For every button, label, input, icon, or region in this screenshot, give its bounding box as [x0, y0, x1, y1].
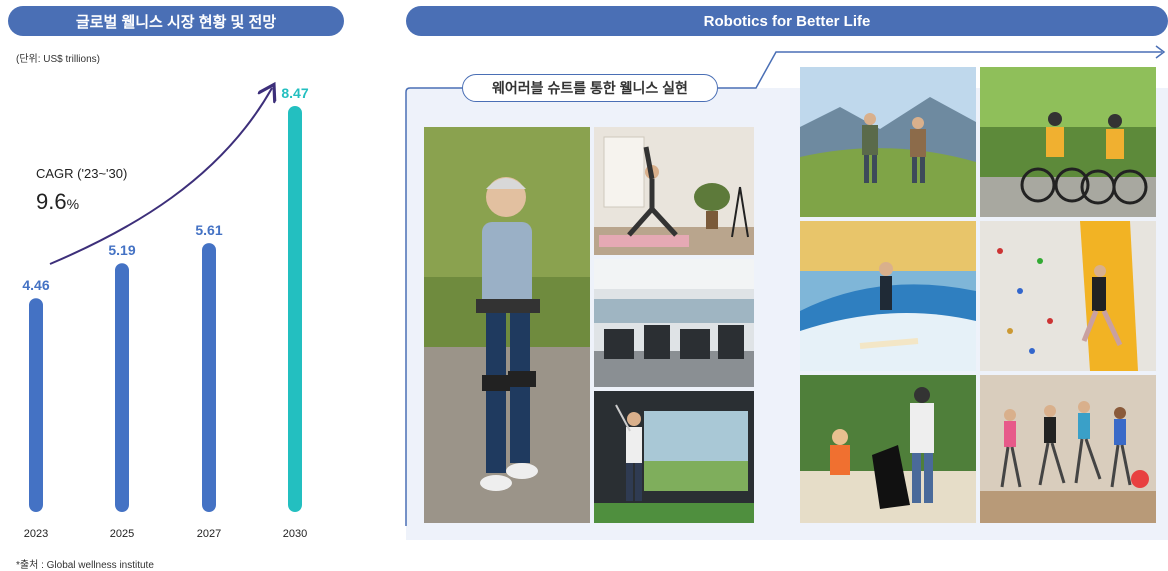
section-title: Robotics for Better Life	[406, 6, 1168, 36]
bar-value-label-2027: 5.61	[195, 222, 222, 238]
photo-cycling-couple	[980, 67, 1156, 217]
climber-icon	[980, 221, 1156, 371]
photo-indoor-surfing	[800, 221, 976, 371]
gym-machines-icon	[594, 259, 754, 387]
walking-person-icon	[424, 127, 590, 523]
cyclists-icon	[980, 67, 1156, 217]
cagr-label: CAGR ('23~'30)	[36, 166, 127, 181]
subtitle-label: 웨어러블 슈트를 통한 웰니스 실현	[462, 74, 718, 102]
x-tick-label-2027: 2027	[197, 528, 221, 540]
photo-golf-simulator	[594, 391, 754, 523]
photo-fitness-gym	[594, 259, 754, 387]
market-bar-chart: 4.46 5.19 5.61 8.47 2023 2025 2027 2030 CAGR (…	[22, 60, 309, 540]
bar-2023	[29, 298, 43, 512]
golfer-icon	[594, 391, 754, 523]
bar-value-label-2023: 4.46	[22, 277, 49, 293]
yoga-person-icon	[594, 127, 754, 255]
x-tick-label-2025: 2025	[110, 528, 134, 540]
photo-aerobics-class	[980, 375, 1156, 523]
chart-title: 글로벌 웰니스 시장 현황 및 전망	[8, 6, 344, 36]
photo-hiking-couple	[800, 67, 976, 217]
photo-walking-woman-wearable-suit	[424, 127, 590, 523]
x-tick-label-2023: 2023	[24, 528, 48, 540]
photo-beach-cleanup	[800, 375, 976, 523]
photo-yoga-lunge	[594, 127, 754, 255]
bar-2027	[202, 243, 216, 512]
hikers-icon	[800, 67, 976, 217]
bar-2030	[288, 106, 302, 512]
photo-climbing-wall	[980, 221, 1156, 371]
bar-value-label-2025: 5.19	[108, 242, 135, 258]
source-note: *출처 : Global wellness institute	[16, 560, 154, 571]
volunteers-icon	[800, 375, 976, 523]
cagr-value: 9.6%	[36, 189, 79, 214]
bar-value-label-2030: 8.47	[281, 85, 308, 101]
x-tick-label-2030: 2030	[283, 528, 307, 540]
dancers-icon	[980, 375, 1156, 523]
bar-2025	[115, 263, 129, 512]
surfer-icon	[800, 221, 976, 371]
